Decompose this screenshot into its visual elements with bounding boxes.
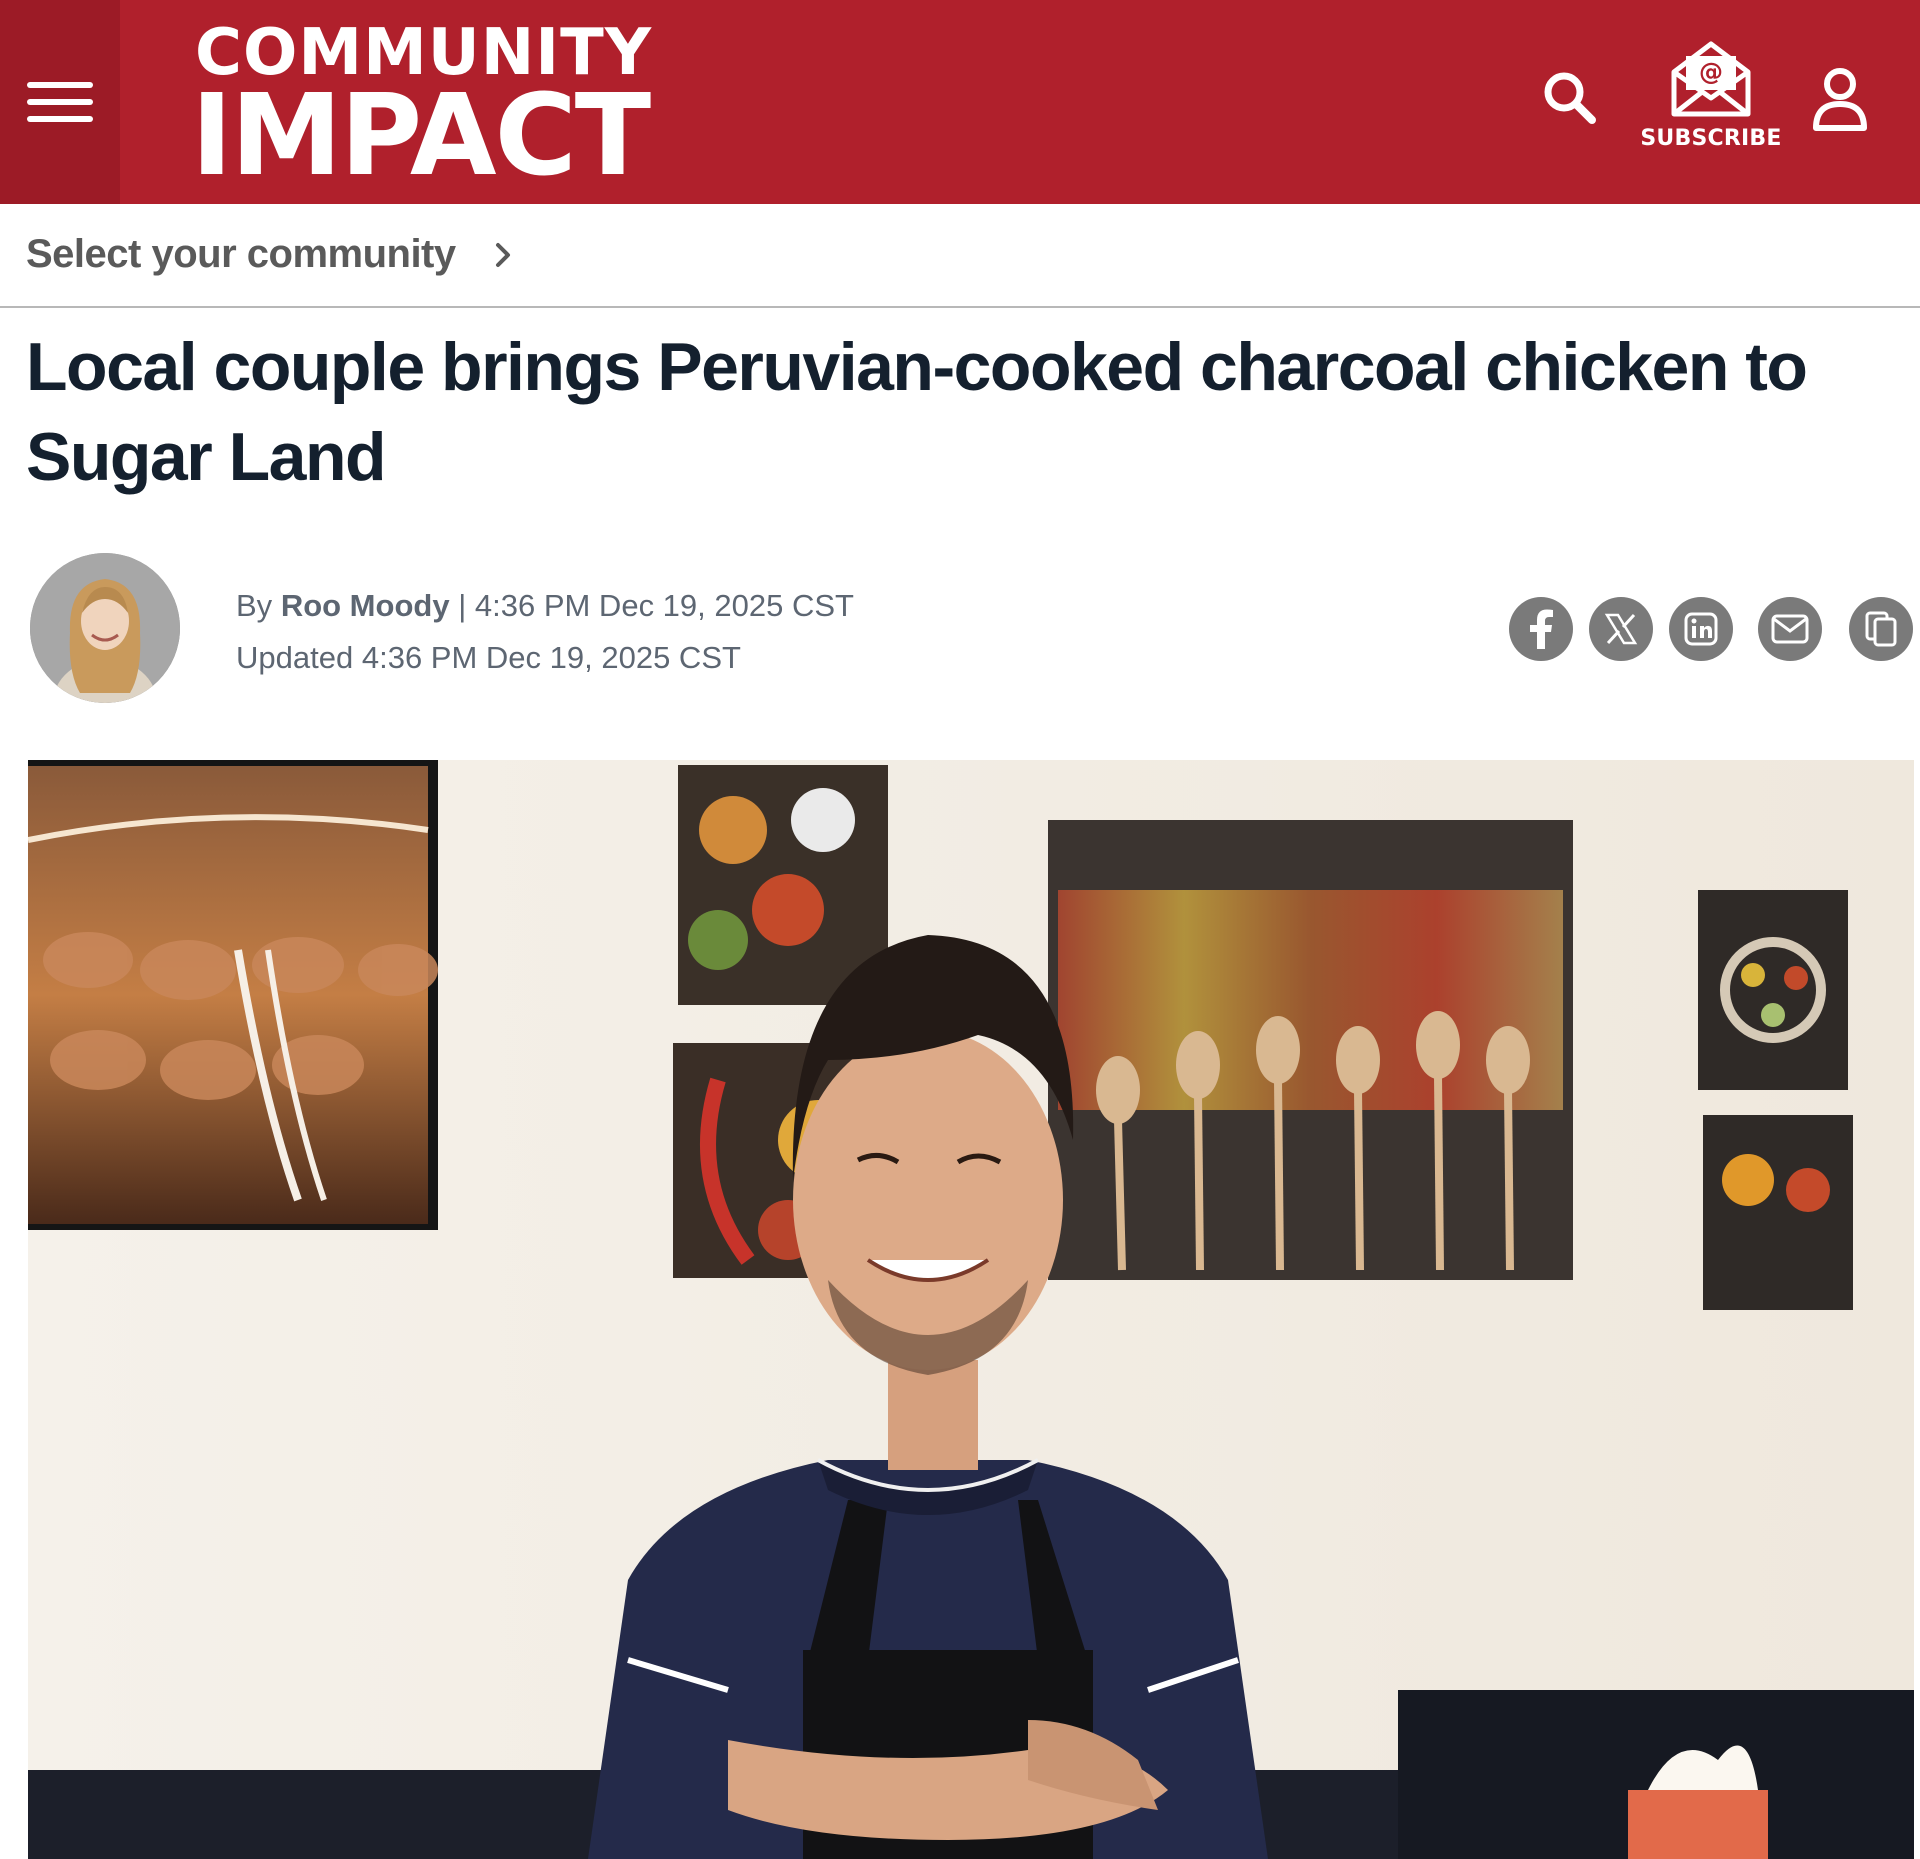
byline-separator: |: [458, 588, 467, 623]
search-button[interactable]: [1540, 68, 1600, 128]
byline: By Roo Moody | 4:36 PM Dec 19, 2025 CST …: [236, 580, 854, 684]
byline-updated: Updated 4:36 PM Dec 19, 2025 CST: [236, 632, 854, 684]
select-community-label: Select your community: [26, 232, 456, 276]
hamburger-icon: [27, 71, 93, 133]
envelope-at-icon: @: [1671, 41, 1751, 117]
community-selector-bar: Select your community: [0, 204, 1920, 308]
share-facebook-button[interactable]: [1509, 597, 1573, 661]
article-hero-photo[interactable]: [28, 760, 1914, 1859]
select-community-link[interactable]: Select your community: [26, 232, 516, 277]
facebook-icon: [1530, 609, 1553, 649]
search-icon: [1544, 72, 1596, 124]
copy-link-button[interactable]: [1849, 597, 1913, 661]
svg-text:@: @: [1699, 58, 1723, 86]
menu-button[interactable]: [0, 0, 120, 204]
chevron-right-icon: [495, 242, 510, 267]
subscribe-label: SUBSCRIBE: [1640, 126, 1782, 151]
article-title: Local couple brings Peruvian-cooked char…: [26, 329, 1808, 495]
x-icon: [1604, 613, 1638, 645]
share-x-button[interactable]: [1589, 597, 1653, 661]
user-icon: [1813, 68, 1867, 131]
author-link[interactable]: Roo Moody: [281, 588, 450, 623]
copy-link-icon: [1865, 611, 1897, 647]
site-logo[interactable]: COMMUNITY IMPACT: [191, 10, 675, 192]
subscribe-button[interactable]: @ SUBSCRIBE: [1640, 38, 1782, 158]
author-avatar[interactable]: [30, 553, 180, 703]
by-prefix: By: [236, 588, 273, 623]
updated-date: 4:36 PM Dec 19, 2025 CST: [361, 640, 741, 675]
logo-bottom-text: IMPACT: [191, 71, 651, 201]
share-email-button[interactable]: [1758, 597, 1822, 661]
updated-label: Updated: [236, 640, 354, 675]
site-header: COMMUNITY IMPACT @ SUBSCRIBE: [0, 0, 1920, 204]
published-date: 4:36 PM Dec 19, 2025 CST: [474, 588, 854, 623]
email-icon: [1771, 614, 1809, 644]
share-linkedin-button[interactable]: [1669, 597, 1733, 661]
linkedin-icon: [1684, 612, 1718, 646]
account-button[interactable]: [1810, 66, 1870, 132]
byline-published: By Roo Moody | 4:36 PM Dec 19, 2025 CST: [236, 580, 854, 632]
